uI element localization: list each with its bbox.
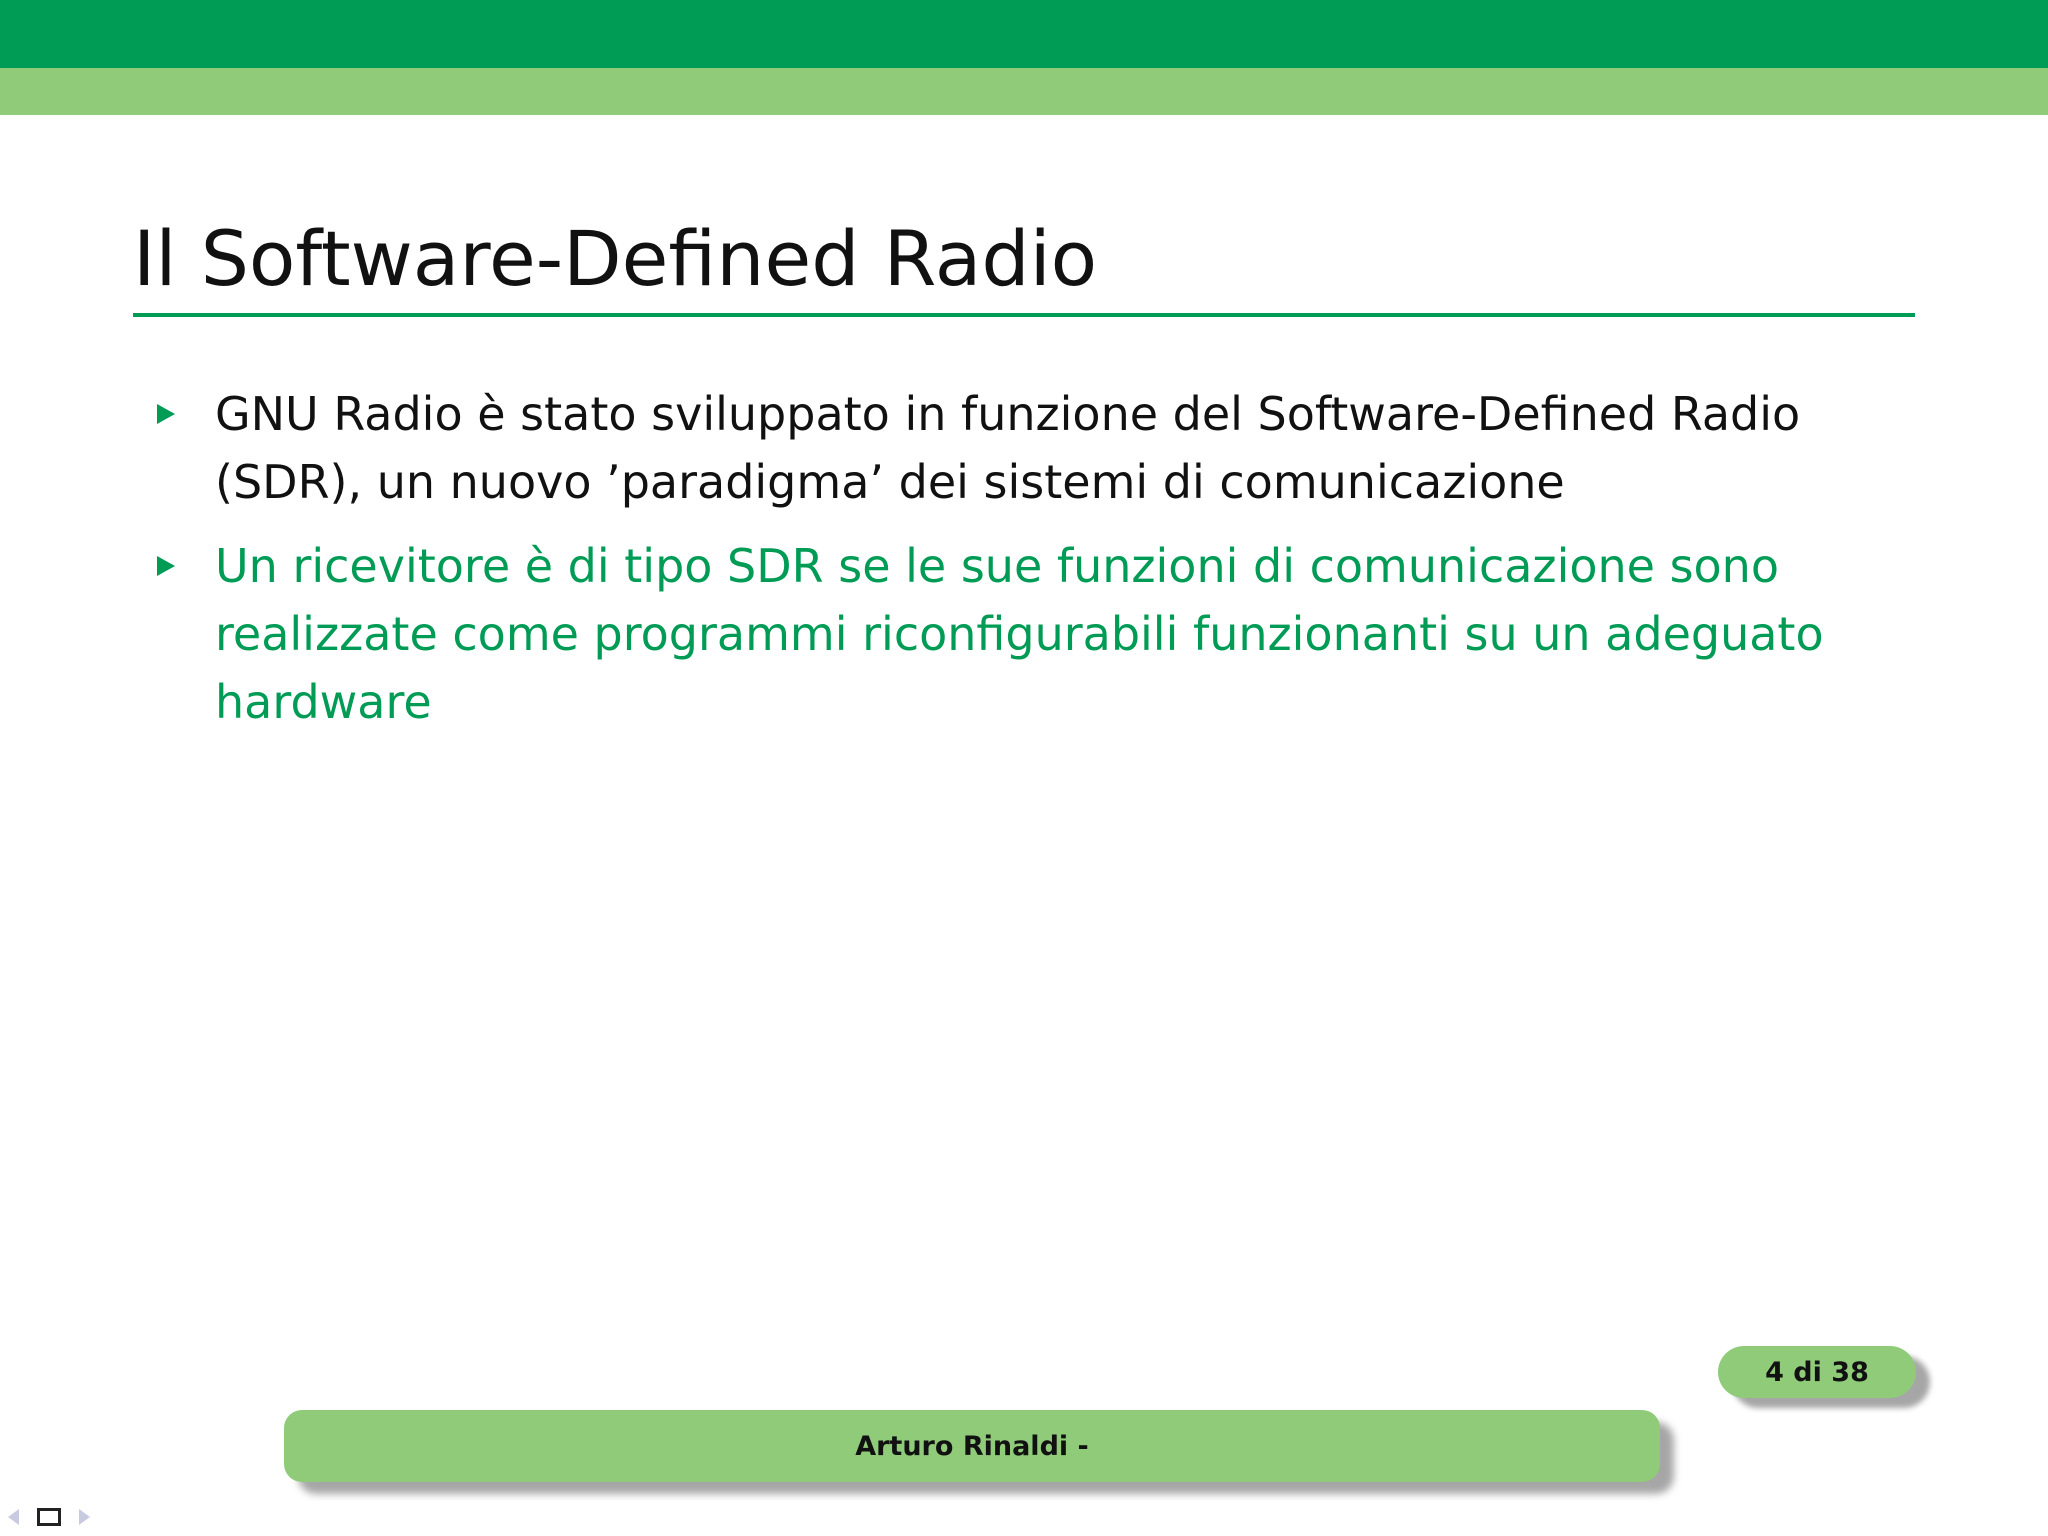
bullet-item-sdr-receiver: Un ricevitore è di tipo SDR se le sue fu… xyxy=(155,532,1875,736)
slide-title: Il Software-Defined Radio xyxy=(133,214,1098,303)
triangle-bullet-icon xyxy=(157,556,175,576)
bullet-item-gnu-radio: GNU Radio è stato sviluppato in funzione… xyxy=(155,380,1875,516)
frame-icon[interactable] xyxy=(37,1508,61,1526)
header-band-light xyxy=(0,68,2048,115)
footer-author-bar: Arturo Rinaldi - xyxy=(284,1410,1660,1482)
nav-next-icon[interactable] xyxy=(79,1509,90,1525)
page-number-badge: 4 di 38 xyxy=(1718,1346,1916,1398)
nav-prev-icon[interactable] xyxy=(8,1509,19,1525)
header-band-dark xyxy=(0,0,2048,68)
triangle-bullet-icon xyxy=(157,404,175,424)
bullet-text: GNU Radio è stato sviluppato in funzione… xyxy=(215,387,1801,509)
title-underline xyxy=(133,313,1915,317)
slide: Il Software-Defined Radio GNU Radio è st… xyxy=(0,0,2048,1536)
bullet-list: GNU Radio è stato sviluppato in funzione… xyxy=(155,380,1875,752)
bullet-text: Un ricevitore è di tipo SDR se le sue fu… xyxy=(215,539,1824,729)
navigation-controls xyxy=(8,1500,90,1534)
